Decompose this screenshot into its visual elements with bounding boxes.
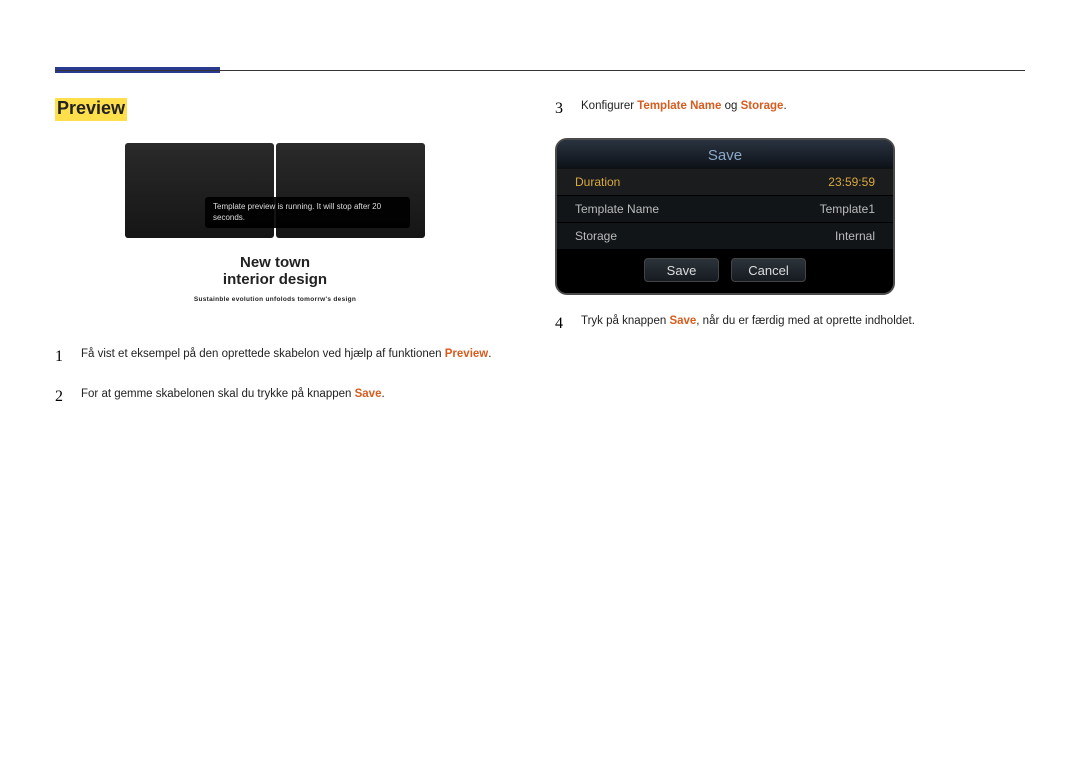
preview-bottom-region: New town interior design Sustainble evol…: [125, 238, 425, 328]
text: Tryk på knappen: [581, 315, 669, 327]
header-rule: [55, 70, 1025, 71]
dialog-button-row: Save Cancel: [557, 249, 893, 293]
step-text: Få vist et eksempel på den oprettede ska…: [81, 346, 491, 368]
text: .: [381, 388, 384, 400]
dialog-title: Save: [557, 140, 893, 169]
preview-subheading: Sustainble evolution unfolods tomorrw's …: [194, 296, 356, 303]
step-2: 2 For at gemme skabelonen skal du trykke…: [55, 386, 495, 408]
row-value: Template1: [820, 202, 875, 216]
step-number: 1: [55, 346, 69, 368]
storage-keyword: Storage: [741, 100, 784, 112]
dialog-row-storage[interactable]: Storage Internal: [557, 222, 893, 249]
cancel-button[interactable]: Cancel: [731, 258, 806, 282]
content-columns: Preview Template preview is running. It …: [55, 98, 1025, 427]
row-value: Internal: [835, 229, 875, 243]
preview-heading-2: interior design: [223, 271, 327, 288]
text: For at gemme skabelonen skal du trykke p…: [81, 388, 355, 400]
text: .: [783, 100, 786, 112]
step-text: Konfigurer Template Name og Storage.: [581, 98, 787, 120]
step-3: 3 Konfigurer Template Name og Storage.: [555, 98, 1025, 120]
save-keyword: Save: [355, 388, 382, 400]
text: Få vist et eksempel på den oprettede ska…: [81, 348, 445, 360]
save-dialog: Save Duration 23:59:59 Template Name Tem…: [555, 138, 895, 295]
template-name-keyword: Template Name: [637, 100, 721, 112]
preview-toast: Template preview is running. It will sto…: [205, 197, 410, 228]
template-preview: Template preview is running. It will sto…: [125, 143, 425, 328]
save-keyword: Save: [669, 315, 696, 327]
row-label: Storage: [575, 229, 617, 243]
section-title: Preview: [55, 98, 127, 121]
dialog-row-template-name[interactable]: Template Name Template1: [557, 195, 893, 222]
text: og: [721, 100, 740, 112]
step-text: For at gemme skabelonen skal du trykke p…: [81, 386, 385, 408]
steps-left: 1 Få vist et eksempel på den oprettede s…: [55, 346, 495, 409]
right-column: 3 Konfigurer Template Name og Storage. S…: [555, 98, 1025, 427]
row-label: Duration: [575, 175, 620, 189]
step-number: 4: [555, 313, 569, 335]
preview-top-region: Template preview is running. It will sto…: [125, 143, 425, 238]
save-button[interactable]: Save: [644, 258, 719, 282]
text: , når du er færdig med at oprette indhol…: [696, 315, 915, 327]
step-number: 3: [555, 98, 569, 120]
text: .: [488, 348, 491, 360]
row-label: Template Name: [575, 202, 659, 216]
text: Konfigurer: [581, 100, 637, 112]
step-number: 2: [55, 386, 69, 408]
dialog-row-duration[interactable]: Duration 23:59:59: [557, 169, 893, 195]
step-4: 4 Tryk på knappen Save, når du er færdig…: [555, 313, 1025, 335]
step-1: 1 Få vist et eksempel på den oprettede s…: [55, 346, 495, 368]
row-value: 23:59:59: [828, 175, 875, 189]
preview-keyword: Preview: [445, 348, 488, 360]
step-text: Tryk på knappen Save, når du er færdig m…: [581, 313, 915, 335]
preview-heading-1: New town: [240, 254, 310, 271]
left-column: Preview Template preview is running. It …: [55, 98, 495, 427]
